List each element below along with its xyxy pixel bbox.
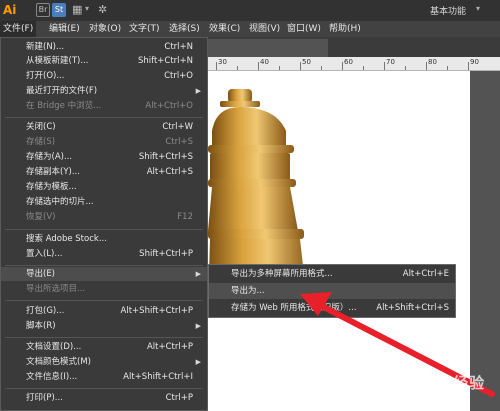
menu-file[interactable]: 文件(F) (0, 21, 37, 37)
menu-item-search-adobe-stock[interactable]: 搜索 Adobe Stock... (1, 232, 207, 246)
ruler-label: 60 (344, 58, 353, 66)
file-menu-dropdown: 新建(N)... Ctrl+N 从模板新建(T)... Shift+Ctrl+N… (0, 37, 208, 411)
menu-item-place[interactable]: 置入(L)... Shift+Ctrl+P (1, 247, 207, 261)
menu-item-revert[interactable]: 恢复(V) F12 (1, 210, 207, 224)
menu-select[interactable]: 选择(S) (166, 21, 203, 37)
ruler-label: 50 (302, 58, 311, 66)
menu-separator (5, 337, 203, 338)
menu-separator (5, 300, 203, 301)
stock-button[interactable]: St (52, 3, 66, 17)
menu-item-new-from-template[interactable]: 从模板新建(T)... Shift+Ctrl+N (1, 54, 207, 68)
menu-item-package[interactable]: 打包(G)... Alt+Shift+Ctrl+P (1, 304, 207, 318)
bridge-button[interactable]: Br (36, 3, 50, 17)
submenu-arrow-icon: ▶ (195, 270, 201, 278)
canvas-area[interactable] (208, 71, 500, 411)
menu-type[interactable]: 文字(T) (126, 21, 163, 37)
chevron-down-icon[interactable]: ▾ (85, 4, 89, 13)
document-tab[interactable] (208, 39, 328, 57)
menu-item-export-for-screens[interactable]: 导出为多种屏幕所用格式... Alt+Ctrl+E (209, 266, 455, 282)
menu-item-new[interactable]: 新建(N)... Ctrl+N (1, 40, 207, 54)
menu-item-open-recent[interactable]: 最近打开的文件(F) ▶ (1, 84, 207, 98)
menu-bar: 文件(F) 编辑(E) 对象(O) 文字(T) 选择(S) 效果(C) 视图(V… (0, 21, 500, 37)
ruler-label: 40 (260, 58, 269, 66)
menu-item-print[interactable]: 打印(P)... Ctrl+P (1, 391, 207, 405)
menu-item-browse-in-bridge[interactable]: 在 Bridge 中浏览... Alt+Ctrl+O (1, 99, 207, 113)
menu-item-save-for-web-legacy[interactable]: 存储为 Web 所用格式（旧版）... Alt+Shift+Ctrl+S (209, 300, 455, 316)
menu-item-export[interactable]: 导出(E) ▶ (1, 267, 207, 281)
menu-item-save-copy[interactable]: 存储副本(Y)... Alt+Ctrl+S (1, 165, 207, 179)
watermark: Baidu经验 (400, 374, 486, 392)
menu-item-save-selected-slices[interactable]: 存储选中的切片... (1, 195, 207, 209)
app-logo: Ai (3, 3, 17, 17)
document-tab-bar (208, 37, 500, 57)
ruler-label: 80 (428, 58, 437, 66)
menu-item-export-as[interactable]: 导出为... (209, 283, 455, 299)
menu-item-export-selection[interactable]: 导出所选项目... (1, 282, 207, 296)
menu-item-document-setup[interactable]: 文档设置(D)... Alt+Ctrl+P (1, 340, 207, 354)
menu-item-open[interactable]: 打开(O)... Ctrl+O (1, 69, 207, 83)
menu-item-scripts[interactable]: 脚本(R) ▶ (1, 319, 207, 333)
menu-separator (5, 229, 203, 230)
ruler-label: 90 (470, 58, 479, 66)
submenu-arrow-icon: ▶ (195, 358, 201, 366)
menu-separator (5, 117, 203, 118)
export-submenu: 导出为多种屏幕所用格式... Alt+Ctrl+E 导出为... 存储为 Web… (208, 264, 456, 318)
title-bar: Ai Br St ▦ ▾ ✲ 基本功能 ▾ (0, 0, 500, 21)
menu-item-document-color-mode[interactable]: 文档颜色模式(M) ▶ (1, 355, 207, 369)
workspace-chevron-icon[interactable]: ▾ (476, 4, 480, 13)
menu-item-save[interactable]: 存储(S) Ctrl+S (1, 135, 207, 149)
menu-item-save-as-template[interactable]: 存储为模板... (1, 180, 207, 194)
menu-item-file-info[interactable]: 文件信息(I)... Alt+Shift+Ctrl+I (1, 370, 207, 384)
menu-help[interactable]: 帮助(H) (326, 21, 364, 37)
menu-object[interactable]: 对象(O) (86, 21, 124, 37)
menu-effect[interactable]: 效果(C) (206, 21, 243, 37)
ruler-label: 70 (386, 58, 395, 66)
workspace-switcher[interactable]: 基本功能 (430, 4, 466, 17)
menu-item-close[interactable]: 关闭(C) Ctrl+W (1, 120, 207, 134)
gpu-performance-icon[interactable]: ✲ (98, 3, 110, 17)
menu-item-save-as[interactable]: 存储为(A)... Shift+Ctrl+S (1, 150, 207, 164)
menu-separator (5, 388, 203, 389)
menu-edit[interactable]: 编辑(E) (46, 21, 83, 37)
submenu-arrow-icon: ▶ (195, 87, 201, 95)
menu-separator (5, 265, 203, 266)
menu-window[interactable]: 窗口(W) (284, 21, 324, 37)
menu-view[interactable]: 视图(V) (246, 21, 283, 37)
horizontal-ruler[interactable]: 30 40 50 60 70 80 90 (208, 57, 500, 71)
submenu-arrow-icon: ▶ (195, 322, 201, 330)
ruler-label: 30 (218, 58, 227, 66)
